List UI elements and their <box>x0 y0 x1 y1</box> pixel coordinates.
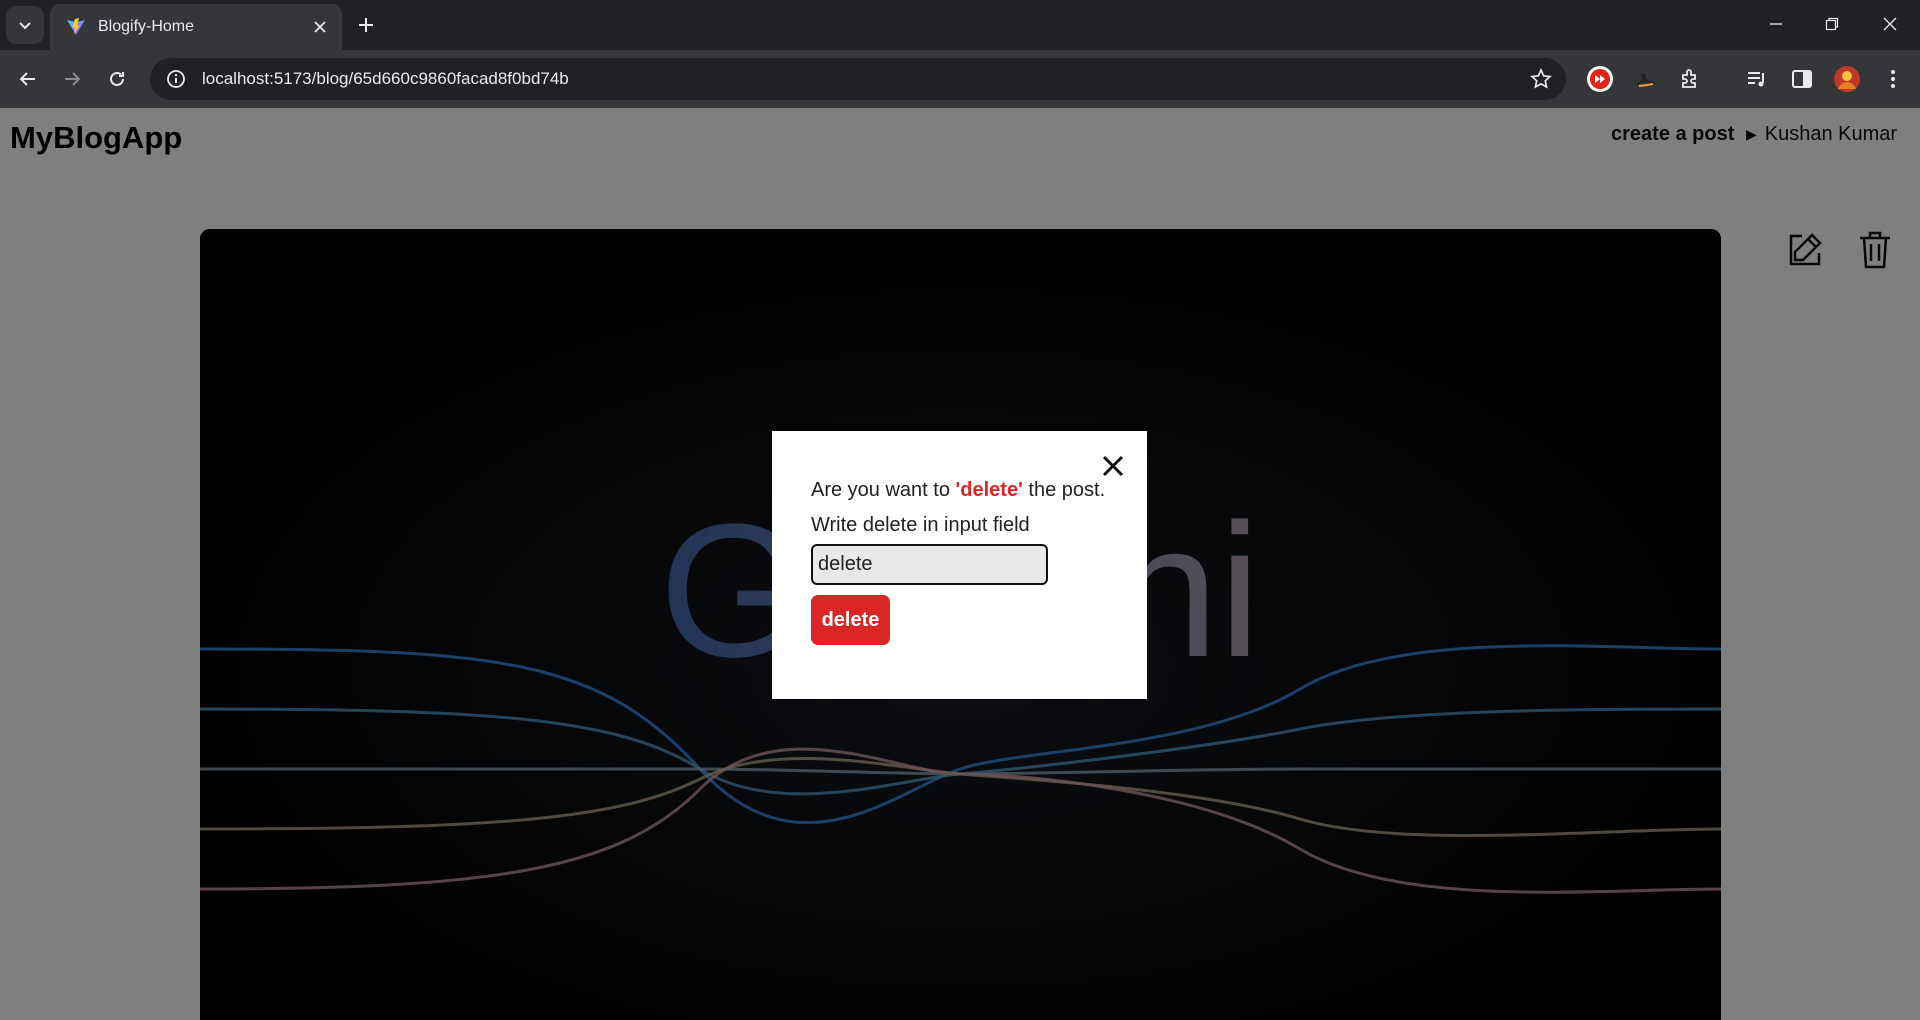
site-info-icon[interactable] <box>164 67 188 91</box>
arrow-left-icon <box>19 72 35 86</box>
forward-button[interactable] <box>55 62 89 96</box>
browser-tab[interactable]: Blogify-Home <box>50 4 342 50</box>
url-text[interactable]: localhost:5173/blog/65d660c9860facad8f0b… <box>202 69 1526 89</box>
side-panel-icon[interactable] <box>1786 63 1818 95</box>
browser-toolbar: localhost:5173/blog/65d660c9860facad8f0b… <box>0 50 1920 108</box>
bookmark-star-icon[interactable] <box>1526 64 1556 94</box>
reload-icon <box>110 71 124 86</box>
confirm-delete-input[interactable] <box>811 544 1048 585</box>
extension-youtube-icon[interactable] <box>1584 63 1616 95</box>
media-controls-icon[interactable] <box>1741 63 1773 95</box>
close-window-button[interactable] <box>1868 8 1912 40</box>
address-bar[interactable]: localhost:5173/blog/65d660c9860facad8f0b… <box>150 58 1566 100</box>
restore-icon <box>1825 17 1839 31</box>
close-modal-button[interactable] <box>1098 451 1128 481</box>
confirm-question: Are you want to 'delete' the post. <box>811 479 1106 501</box>
tab-close-icon[interactable] <box>310 17 330 37</box>
close-icon <box>1102 455 1124 477</box>
vite-favicon-icon <box>67 18 85 35</box>
browser-tab-bar: Blogify-Home <box>0 0 1920 50</box>
close-icon <box>1883 17 1897 31</box>
back-button[interactable] <box>11 62 45 96</box>
tab-title: Blogify-Home <box>98 18 195 35</box>
chevron-down-icon <box>19 22 31 30</box>
confirm-instruction: Write delete in input field <box>811 514 1030 536</box>
minimize-button[interactable] <box>1754 8 1798 40</box>
extension-hat-icon[interactable] <box>1629 63 1661 95</box>
plus-icon <box>359 18 373 32</box>
delete-confirm-modal: Are you want to 'delete' the post. Write… <box>772 431 1147 699</box>
arrow-right-icon <box>65 72 81 86</box>
confirm-delete-button[interactable]: delete <box>811 595 890 645</box>
browser-menu-icon[interactable] <box>1877 63 1909 95</box>
minimize-icon <box>1770 23 1782 25</box>
tab-search-button[interactable] <box>6 6 44 44</box>
delete-keyword: 'delete' <box>955 479 1023 501</box>
new-tab-button[interactable] <box>352 11 380 39</box>
page-content: MyBlogApp create a post ▶ Kushan Kumar G… <box>0 108 1920 1020</box>
restore-button[interactable] <box>1810 8 1854 40</box>
extensions-puzzle-icon[interactable] <box>1675 63 1707 95</box>
reload-button[interactable] <box>100 62 134 96</box>
profile-avatar[interactable] <box>1831 63 1863 95</box>
